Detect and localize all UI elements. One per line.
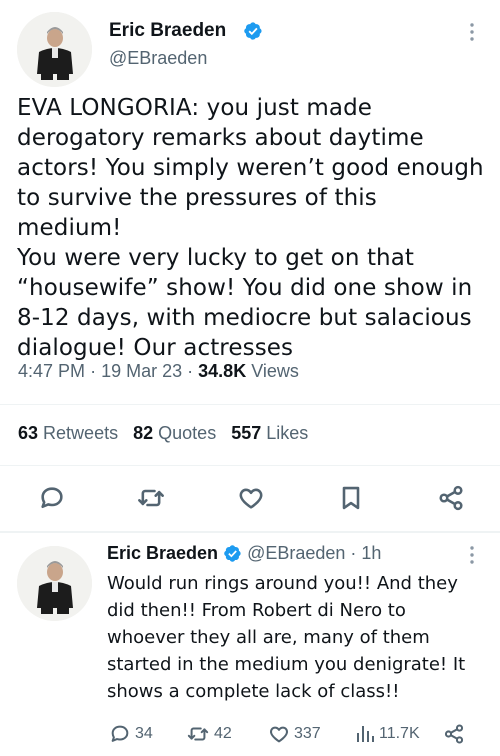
like-icon — [269, 726, 289, 743]
more-icon[interactable] — [469, 22, 475, 42]
views-icon — [357, 726, 374, 742]
likes-stat[interactable]: 557 Likes — [231, 423, 308, 443]
quotes-stat[interactable]: 82 Quotes — [133, 423, 216, 443]
views-count: 34.8K — [198, 361, 247, 381]
reply-text-line: did then!! From Robert di Nero to — [107, 600, 406, 621]
meta-separator: · — [187, 361, 194, 381]
divider — [0, 465, 500, 466]
author-handle[interactable]: @EBraeden — [247, 543, 345, 564]
author-handle[interactable]: @EBraeden — [109, 48, 207, 69]
retweets-stat[interactable]: 63 Retweets — [18, 423, 118, 443]
reply-text-line: Would run rings around you!! And they — [107, 573, 458, 594]
retweet-icon — [187, 727, 209, 741]
views-button[interactable]: 11.7K — [355, 723, 420, 745]
quotes-count: 82 — [133, 423, 154, 443]
tweet-text-line: derogatory remarks about daytime — [17, 125, 424, 151]
likes-label: Likes — [266, 423, 309, 443]
reply-icon — [41, 487, 63, 509]
reply-text: Would run rings around you!! And they di… — [107, 570, 492, 705]
more-icon[interactable] — [469, 545, 475, 565]
retweet-count: 42 — [214, 725, 232, 742]
author-name[interactable]: Eric Braeden — [107, 543, 218, 564]
quotes-label: Quotes — [158, 423, 217, 443]
tweet-date[interactable]: 19 Mar 23 — [101, 361, 182, 381]
reply-icon — [111, 725, 129, 742]
retweets-count: 63 — [18, 423, 39, 443]
engagement-stats: 63 Retweets 82 Quotes 557 Likes — [18, 423, 308, 444]
reply-button[interactable]: 34 — [109, 723, 153, 745]
avatar[interactable] — [17, 546, 92, 621]
meta-separator: · — [350, 543, 357, 563]
tweet-meta: 4:47 PM · 19 Mar 23 · 34.8K Views — [18, 361, 299, 382]
tweet-text-line: to survive the pressures of this medium! — [17, 185, 377, 241]
like-count: 337 — [294, 725, 321, 742]
views-count: 11.7K — [379, 725, 420, 742]
share-icon — [439, 485, 463, 511]
tweet-text-line: “housewife” show! You did one show in — [17, 275, 473, 301]
tweet-text-line: EVA LONGORIA: you just made — [17, 95, 373, 121]
tweet-text-line: dialogue! Our actresses — [17, 335, 294, 361]
reply-text-line: started in the medium you denigrate! It — [107, 654, 466, 675]
like-button[interactable] — [237, 484, 265, 512]
tweet-text: EVA LONGORIA: you just made derogatory r… — [17, 93, 487, 363]
retweet-button[interactable]: 42 — [186, 723, 232, 745]
likes-count: 557 — [231, 423, 262, 443]
tweet-text-line: actors! You simply weren’t good enough — [17, 155, 484, 181]
tweet-time[interactable]: 4:47 PM — [18, 361, 85, 381]
tweet-text-line: You were very lucky to get on that — [17, 245, 415, 271]
avatar-image-icon — [17, 546, 92, 621]
views-label: Views — [251, 361, 299, 381]
meta-separator: · — [90, 361, 97, 381]
verified-badge-icon — [244, 22, 262, 40]
reply-age[interactable]: 1h — [361, 543, 381, 564]
section-divider — [0, 531, 500, 533]
avatar[interactable] — [17, 12, 92, 87]
retweet-button[interactable] — [137, 484, 165, 512]
reply-header: Eric Braeden @EBraeden · 1h — [107, 543, 381, 564]
bookmark-icon — [342, 486, 360, 510]
retweets-label: Retweets — [43, 423, 119, 443]
avatar-image-icon — [17, 12, 92, 87]
share-button[interactable] — [443, 723, 465, 745]
like-button[interactable]: 337 — [268, 723, 321, 745]
share-icon — [444, 724, 464, 744]
divider — [0, 404, 500, 405]
bookmark-button[interactable] — [337, 484, 365, 512]
share-button[interactable] — [437, 484, 465, 512]
like-icon — [239, 488, 263, 509]
retweet-icon — [138, 489, 164, 507]
reply-text-line: shows a complete lack of class!! — [107, 681, 400, 702]
reply-button[interactable] — [38, 484, 66, 512]
tweet-text-line: 8-12 days, with mediocre but salacious — [17, 305, 472, 331]
author-name[interactable]: Eric Braeden — [109, 20, 226, 42]
verified-badge-icon — [224, 545, 241, 562]
reply-text-line: whoever they all are, many of them — [107, 627, 430, 648]
reply-count: 34 — [135, 725, 153, 742]
